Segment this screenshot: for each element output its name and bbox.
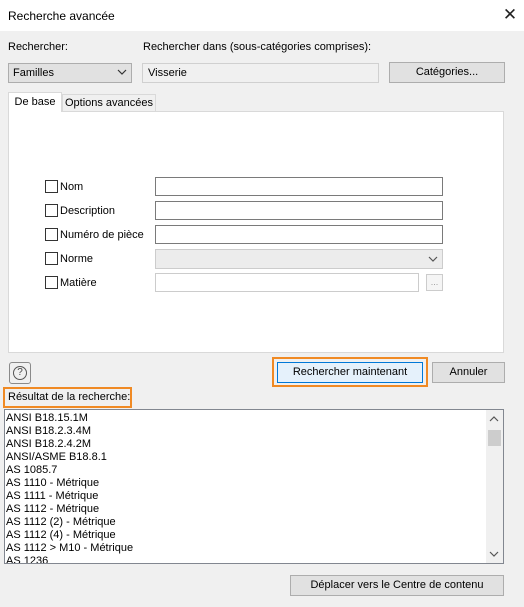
results-label: Résultat de la recherche: bbox=[8, 391, 131, 403]
results-scrollbar[interactable] bbox=[486, 410, 503, 563]
numero-checkbox[interactable] bbox=[45, 228, 58, 241]
results-list[interactable]: ANSI B18.15.1M ANSI B18.2.3.4M ANSI B18.… bbox=[4, 409, 504, 564]
search-type-select[interactable]: Familles bbox=[8, 63, 132, 83]
list-item[interactable]: AS 1085.7 bbox=[6, 464, 133, 477]
list-item[interactable]: AS 1112 - Métrique bbox=[6, 503, 133, 516]
norme-checkbox[interactable] bbox=[45, 252, 58, 265]
scrollbar-thumb[interactable] bbox=[488, 430, 501, 446]
search-type-label: Rechercher: bbox=[8, 41, 68, 53]
search-now-button[interactable]: Rechercher maintenant bbox=[277, 362, 423, 383]
close-icon[interactable]: ✕ bbox=[499, 4, 521, 26]
chevron-down-icon bbox=[428, 256, 438, 262]
matiere-checkbox[interactable] bbox=[45, 276, 58, 289]
chevron-up-icon[interactable] bbox=[489, 414, 499, 424]
list-item[interactable]: ANSI B18.15.1M bbox=[6, 412, 133, 425]
matiere-input[interactable] bbox=[155, 273, 419, 292]
chevron-down-icon[interactable] bbox=[489, 549, 499, 559]
list-item[interactable]: AS 1112 (2) - Métrique bbox=[6, 516, 133, 529]
scope-field: Visserie bbox=[142, 63, 379, 83]
move-to-content-center-button[interactable]: Déplacer vers le Centre de contenu bbox=[290, 575, 504, 596]
scope-value: Visserie bbox=[148, 67, 187, 79]
nom-checkbox[interactable] bbox=[45, 180, 58, 193]
numero-label: Numéro de pièce bbox=[60, 229, 144, 241]
chevron-down-icon bbox=[117, 69, 127, 75]
list-item[interactable]: AS 1112 (4) - Métrique bbox=[6, 529, 133, 542]
list-item[interactable]: AS 1110 - Métrique bbox=[6, 477, 133, 490]
window-title: Recherche avancée bbox=[8, 9, 115, 23]
help-button[interactable]: ? bbox=[9, 362, 31, 384]
matiere-browse-button[interactable]: ... bbox=[426, 274, 443, 291]
description-label: Description bbox=[60, 205, 116, 217]
list-item[interactable]: ANSI B18.2.3.4M bbox=[6, 425, 133, 438]
matiere-label: Matière bbox=[60, 277, 97, 289]
list-item[interactable]: AS 1112 > M10 - Métrique bbox=[6, 542, 133, 555]
cancel-button[interactable]: Annuler bbox=[432, 362, 505, 383]
description-checkbox[interactable] bbox=[45, 204, 58, 217]
help-icon: ? bbox=[13, 366, 27, 380]
nom-input[interactable] bbox=[155, 177, 443, 196]
list-item[interactable]: AS 1111 - Métrique bbox=[6, 490, 133, 503]
categories-button[interactable]: Catégories... bbox=[389, 62, 505, 83]
list-item[interactable]: AS 1236 bbox=[6, 555, 133, 563]
search-type-value: Familles bbox=[13, 67, 54, 79]
tab-options-avancees[interactable]: Options avancées bbox=[62, 94, 156, 111]
list-item[interactable]: ANSI B18.2.4.2M bbox=[6, 438, 133, 451]
norme-select[interactable] bbox=[155, 249, 443, 269]
nom-label: Nom bbox=[60, 181, 84, 193]
scope-label: Rechercher dans (sous-catégories compris… bbox=[143, 41, 372, 53]
numero-input[interactable] bbox=[155, 225, 443, 244]
description-input[interactable] bbox=[155, 201, 443, 220]
norme-label: Norme bbox=[60, 253, 94, 265]
list-item[interactable]: ANSI/ASME B18.8.1 bbox=[6, 451, 133, 464]
tab-de-base[interactable]: De base bbox=[8, 92, 62, 112]
